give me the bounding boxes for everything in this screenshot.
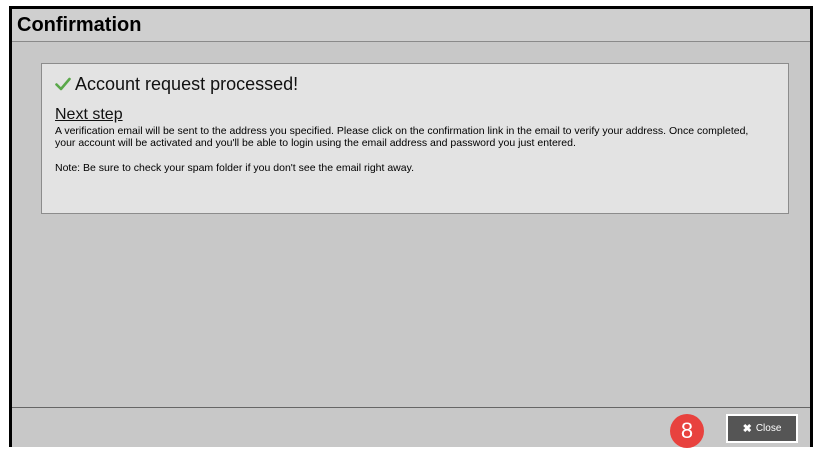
close-button-label: Close	[755, 423, 782, 434]
confirmation-dialog: Confirmation Account request processed! …	[9, 6, 813, 448]
check-icon	[55, 76, 71, 92]
spam-note: Note: Be sure to check your spam folder …	[55, 162, 414, 174]
dialog-title: Confirmation	[17, 14, 142, 36]
message-box: Account request processed! Next step A v…	[41, 63, 789, 214]
dialog-titlebar: Confirmation	[12, 9, 810, 42]
next-step-heading: Next step	[55, 106, 123, 123]
message-heading: Account request processed!	[75, 74, 299, 94]
dialog-footer: 8 ✖ Close	[12, 407, 810, 448]
step-badge: 8	[670, 414, 704, 448]
close-button[interactable]: ✖ Close	[726, 414, 798, 443]
verification-paragraph: A verification email will be sent to the…	[55, 125, 749, 149]
heading-row: Account request processed!	[55, 72, 776, 96]
dialog-body: Account request processed! Next step A v…	[12, 42, 810, 408]
x-icon: ✖	[742, 422, 752, 435]
